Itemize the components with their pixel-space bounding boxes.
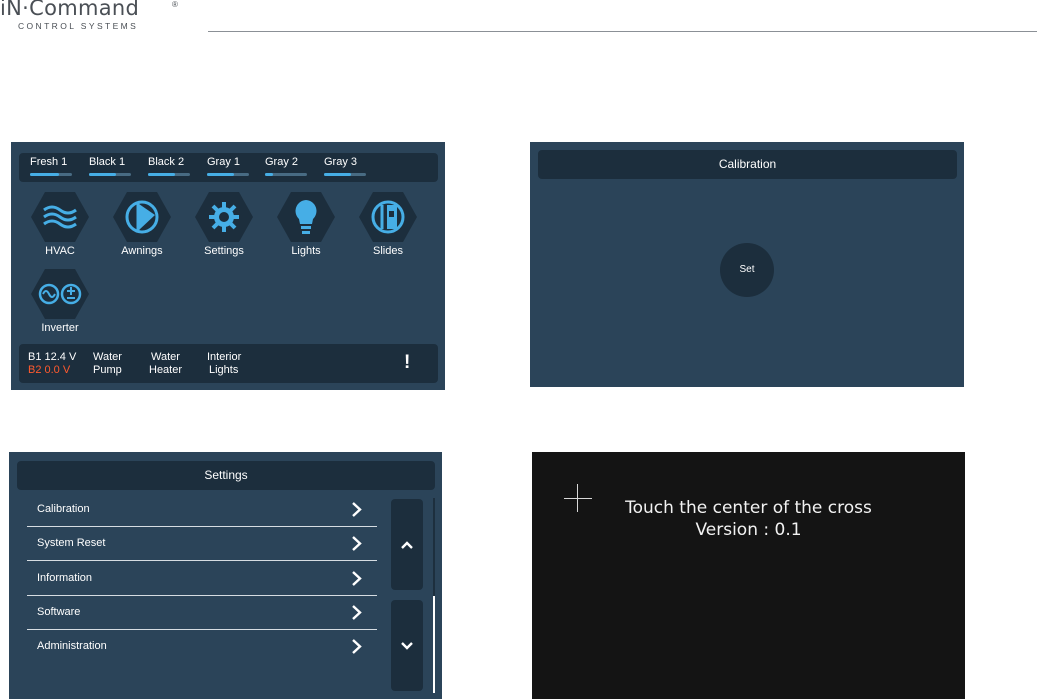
tank-gray-2[interactable]: Gray 2 [265, 156, 315, 176]
settings-item-system-reset[interactable]: System Reset [27, 527, 377, 561]
chevron-right-icon [352, 536, 362, 551]
tile-label: Awnings [121, 245, 163, 257]
settings-item-label: Software [37, 606, 81, 618]
tank-label: Gray 1 [207, 156, 241, 168]
tank-label: Gray 2 [265, 156, 299, 168]
tile-label: Slides [373, 245, 403, 257]
brand-logo: iN·Command ® CONTROL SYSTEMS [0, 0, 200, 36]
tank-level-fill [324, 173, 352, 176]
status-bar: B1 12.4 V B2 0.0 V Water Pump Water Heat… [19, 344, 438, 383]
tank-level-track [89, 173, 131, 176]
tank-level-fill [265, 173, 274, 176]
registered-mark: ® [172, 0, 178, 9]
tank-level-fill [89, 173, 117, 176]
tile-label: Lights [291, 245, 321, 257]
water-heater-label-line2: Heater [149, 364, 183, 376]
battery-2-voltage: B2 0.0 V [28, 364, 71, 376]
chevron-right-icon [352, 571, 362, 586]
settings-item-label: System Reset [37, 537, 106, 549]
home-screen: Fresh 1 Black 1 Black 2 Gray 1 Gray 2 Gr… [11, 142, 445, 390]
settings-item-label: Administration [37, 640, 107, 652]
tile-slides[interactable]: Slides [356, 191, 420, 261]
tank-level-track [265, 173, 307, 176]
tank-label: Fresh 1 [30, 156, 68, 168]
calibration-screen: Calibration Set [530, 142, 964, 387]
water-heater-label-line1: Water [151, 351, 180, 363]
tank-levels-bar: Fresh 1 Black 1 Black 2 Gray 1 Gray 2 Gr… [19, 153, 438, 182]
settings-item-administration[interactable]: Administration [27, 630, 377, 664]
settings-item-label: Calibration [37, 503, 90, 515]
tank-level-track [207, 173, 249, 176]
chevron-right-icon [352, 639, 362, 654]
scrollbar-thumb[interactable] [433, 596, 435, 693]
settings-item-label: Information [37, 572, 93, 584]
tile-label: HVAC [45, 245, 75, 257]
water-pump-label-line2: Pump [93, 364, 122, 376]
tank-label: Black 1 [89, 156, 126, 168]
lightbulb-icon [277, 192, 335, 242]
tile-label: Settings [204, 245, 244, 257]
chevron-up-icon [401, 541, 413, 549]
scroll-up-button[interactable] [391, 499, 423, 590]
water-pump-label-line1: Water [93, 351, 122, 363]
tank-black-2[interactable]: Black 2 [148, 156, 198, 176]
settings-item-software[interactable]: Software [27, 596, 377, 630]
brand-name: iN·Command [0, 0, 140, 20]
hvac-waves-icon [31, 192, 89, 242]
tank-level-track [148, 173, 190, 176]
awning-icon [113, 192, 171, 242]
tile-label: Inverter [41, 322, 79, 334]
scroll-down-button[interactable] [391, 600, 423, 691]
interior-lights-label-line2: Lights [209, 364, 239, 376]
tank-gray-3[interactable]: Gray 3 [324, 156, 374, 176]
tile-hvac[interactable]: HVAC [28, 191, 92, 261]
touch-instruction: Touch the center of the cross [625, 498, 872, 518]
tile-lights[interactable]: Lights [274, 191, 338, 261]
brand-tagline: CONTROL SYSTEMS [18, 21, 139, 31]
inverter-icon [31, 269, 89, 319]
tank-level-fill [148, 173, 176, 176]
settings-screen: Settings Calibration System Reset Inform… [9, 452, 442, 699]
touch-calibration-screen: Touch the center of the cross Version : … [532, 452, 965, 699]
tank-level-track [30, 173, 72, 176]
chevron-right-icon [352, 502, 362, 517]
settings-title: Settings [17, 461, 435, 490]
tile-awnings[interactable]: Awnings [110, 191, 174, 261]
interior-lights-label-line1: Interior [207, 351, 242, 363]
chevron-right-icon [352, 605, 362, 620]
header-divider [208, 31, 1037, 32]
tank-gray-1[interactable]: Gray 1 [207, 156, 257, 176]
set-button[interactable]: Set [720, 243, 774, 297]
chevron-down-icon [401, 642, 413, 650]
tank-label: Black 2 [148, 156, 185, 168]
tank-black-1[interactable]: Black 1 [89, 156, 139, 176]
gear-icon [195, 192, 253, 242]
tank-level-fill [30, 173, 60, 176]
tile-settings[interactable]: Settings [192, 191, 256, 261]
tank-level-fill [207, 173, 235, 176]
settings-item-information[interactable]: Information [27, 562, 377, 596]
tank-fresh-1[interactable]: Fresh 1 [30, 156, 80, 176]
version-label: Version : 0.1 [695, 520, 802, 540]
tile-inverter[interactable]: Inverter [28, 268, 92, 338]
settings-item-calibration[interactable]: Calibration [27, 493, 377, 527]
battery-1-voltage: B1 12.4 V [28, 351, 77, 363]
tank-level-track [324, 173, 366, 176]
alert-icon[interactable]: ! [404, 352, 410, 374]
tank-label: Gray 3 [324, 156, 358, 168]
calibration-title: Calibration [538, 150, 957, 179]
slide-room-icon [359, 192, 417, 242]
